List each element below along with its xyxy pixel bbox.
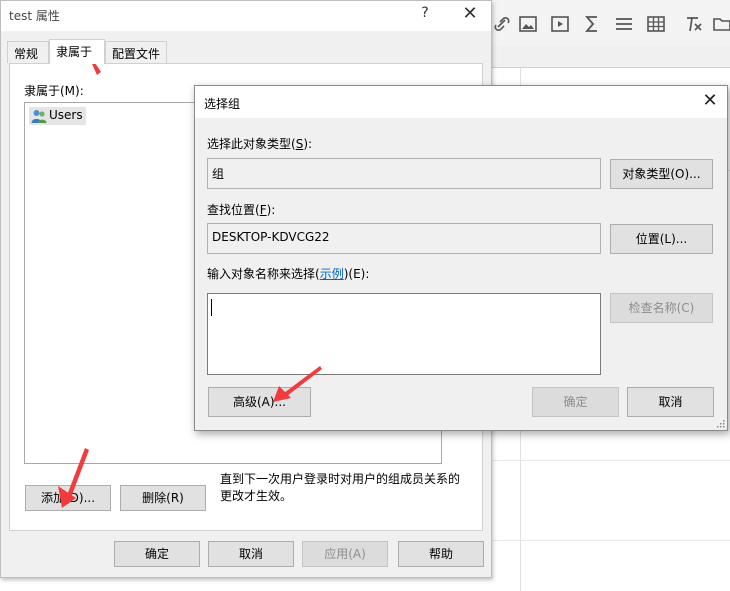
annotation-arrow-icon: [58, 448, 89, 508]
text-caret: [211, 299, 212, 316]
title-bar[interactable]: 选择组 ✕: [195, 86, 727, 118]
ok-button[interactable]: 确定: [532, 387, 619, 417]
resize-grip-icon[interactable]: [715, 418, 725, 428]
video-icon[interactable]: [550, 14, 570, 34]
clear-format-icon[interactable]: [684, 14, 704, 34]
tab-profile[interactable]: 配置文件: [105, 41, 167, 63]
object-type-label: 选择此对象类型(S):: [207, 137, 313, 151]
help-button[interactable]: 帮助: [398, 541, 484, 567]
image-icon[interactable]: [518, 14, 538, 34]
examples-link[interactable]: 示例: [320, 267, 344, 281]
title-bar[interactable]: test 属性 ? ✕: [1, 1, 491, 31]
background-toolbar: [492, 0, 730, 46]
location-button[interactable]: 位置(L)...: [610, 224, 713, 254]
background-ruler: [492, 46, 730, 68]
close-icon[interactable]: ✕: [695, 90, 725, 114]
cancel-button[interactable]: 取消: [208, 541, 294, 567]
apply-button[interactable]: 应用(A): [302, 541, 388, 567]
link-icon[interactable]: [492, 14, 512, 34]
table-icon[interactable]: [646, 14, 666, 34]
object-names-label: 输入对象名称来选择(示例)(E):: [207, 267, 370, 281]
tab-member-of[interactable]: 隶属于: [49, 39, 105, 64]
dialog-title: 选择组: [204, 97, 241, 111]
cancel-button[interactable]: 取消: [627, 387, 714, 417]
object-names-input[interactable]: [207, 293, 601, 375]
ok-button[interactable]: 确定: [114, 541, 200, 567]
help-icon[interactable]: ?: [413, 5, 437, 27]
list-item[interactable]: Users: [29, 107, 86, 125]
membership-note: 直到下一次用户登录时对用户的组成员关系的更改才生效。: [220, 472, 461, 503]
annotation-arrow-icon: [273, 366, 322, 402]
sum-icon[interactable]: [582, 14, 602, 34]
tab-general[interactable]: 常规: [7, 41, 49, 63]
background-row-line: [492, 460, 730, 461]
member-of-label: 隶属于(M):: [24, 84, 84, 98]
location-field: DESKTOP-KDVCG22: [207, 223, 601, 254]
dialog-title: test 属性: [9, 9, 60, 23]
align-icon[interactable]: [614, 14, 634, 34]
object-type-field: 组: [207, 158, 601, 189]
location-label: 查找位置(F):: [207, 203, 276, 217]
folder-icon[interactable]: [712, 14, 730, 34]
remove-button[interactable]: 删除(R): [120, 485, 206, 511]
users-group-icon: [31, 110, 47, 123]
background-row-line: [492, 540, 730, 541]
check-names-button[interactable]: 检查名称(C): [610, 293, 713, 323]
member-name: Users: [49, 108, 83, 122]
close-icon[interactable]: ✕: [455, 3, 485, 27]
object-types-button[interactable]: 对象类型(O)...: [610, 159, 713, 189]
